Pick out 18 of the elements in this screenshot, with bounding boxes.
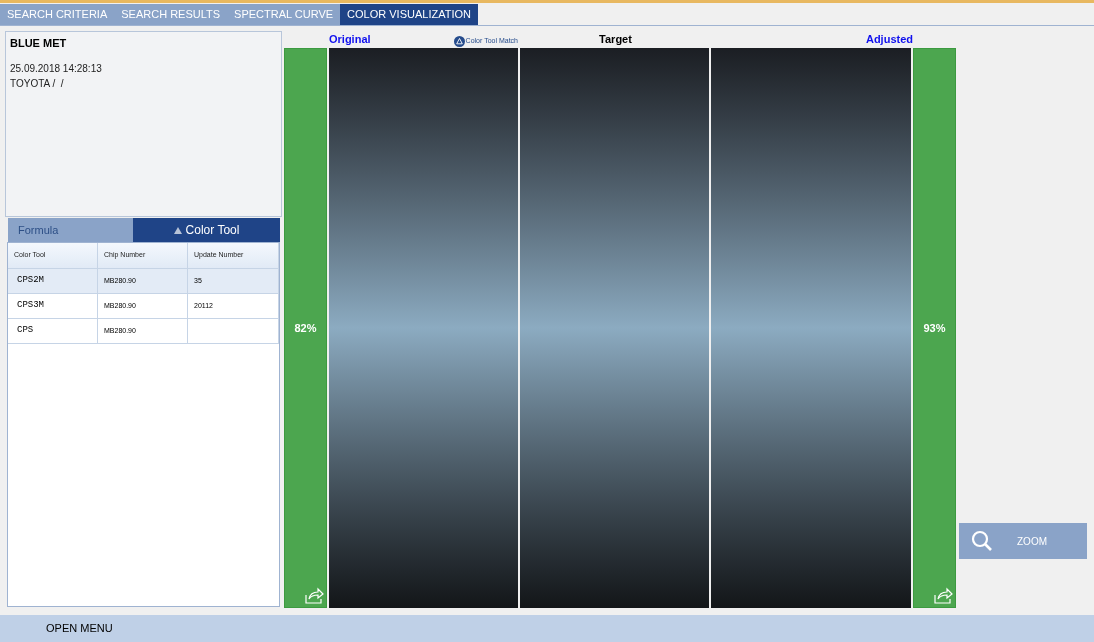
table-cell: CPS2M (17, 274, 44, 288)
original-label: Original (329, 31, 371, 47)
date-text: 25.09.2018 14:28:13 (10, 61, 103, 76)
color-name: BLUE MET (10, 36, 68, 51)
share-icon[interactable] (933, 587, 953, 605)
warning-icon (453, 36, 465, 47)
make-text: TOYOTA / / (10, 76, 65, 91)
panel-tab[interactable]: Color Tool (133, 218, 280, 242)
search-icon (971, 530, 993, 552)
nav-tab[interactable]: COLOR VISUALIZATION (340, 4, 478, 25)
target-label: Target (599, 31, 632, 47)
table-cell: CPS (17, 324, 34, 338)
score-value: 82% (294, 320, 317, 336)
adjusted-label: Adjusted (865, 31, 913, 47)
share-icon[interactable] (304, 587, 324, 605)
table-cell: CPS3M (17, 299, 44, 313)
open-menu-button[interactable]: OPEN MENU (46, 620, 113, 637)
score-value: 93% (923, 320, 946, 336)
